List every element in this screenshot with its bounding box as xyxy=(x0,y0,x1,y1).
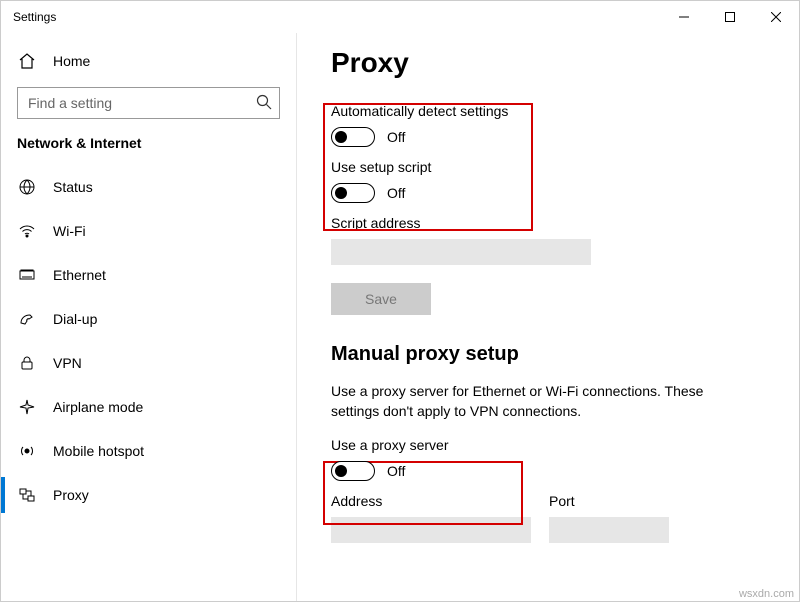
settings-window: Settings Home Networ xyxy=(0,0,800,602)
auto-detect-state: Off xyxy=(387,129,405,145)
use-script-label: Use setup script xyxy=(331,159,775,175)
sidebar-item-label: Dial-up xyxy=(53,311,97,327)
sidebar-item-vpn[interactable]: VPN xyxy=(1,341,296,385)
window-title: Settings xyxy=(13,10,661,24)
home-icon xyxy=(17,52,37,70)
address-label: Address xyxy=(331,493,531,509)
address-input[interactable] xyxy=(331,517,531,543)
titlebar: Settings xyxy=(1,1,799,33)
minimize-button[interactable] xyxy=(661,1,707,33)
sidebar-item-wifi[interactable]: Wi-Fi xyxy=(1,209,296,253)
use-proxy-state: Off xyxy=(387,463,405,479)
dialup-icon xyxy=(17,310,37,328)
save-button[interactable]: Save xyxy=(331,283,431,315)
sidebar-item-airplane[interactable]: Airplane mode xyxy=(1,385,296,429)
section-header: Network & Internet xyxy=(1,129,296,165)
script-address-input[interactable] xyxy=(331,239,591,265)
manual-heading: Manual proxy setup xyxy=(331,343,775,366)
sidebar-item-dialup[interactable]: Dial-up xyxy=(1,297,296,341)
close-button[interactable] xyxy=(753,1,799,33)
watermark: wsxdn.com xyxy=(739,588,794,600)
sidebar-item-label: VPN xyxy=(53,355,82,371)
sidebar-item-status[interactable]: Status xyxy=(1,165,296,209)
sidebar-item-label: Ethernet xyxy=(53,267,106,283)
port-input[interactable] xyxy=(549,517,669,543)
sidebar-item-ethernet[interactable]: Ethernet xyxy=(1,253,296,297)
sidebar-item-label: Wi-Fi xyxy=(53,223,86,239)
home-label: Home xyxy=(53,53,90,69)
main-content: Proxy Automatically detect settings Off … xyxy=(297,33,799,601)
globe-icon xyxy=(17,178,37,196)
home-link[interactable]: Home xyxy=(1,41,296,81)
wifi-icon xyxy=(17,222,37,240)
sidebar-item-label: Airplane mode xyxy=(53,399,143,415)
use-script-state: Off xyxy=(387,185,405,201)
sidebar-item-label: Status xyxy=(53,179,93,195)
sidebar-item-hotspot[interactable]: Mobile hotspot xyxy=(1,429,296,473)
auto-detect-label: Automatically detect settings xyxy=(331,103,775,119)
search-icon xyxy=(256,94,272,113)
use-proxy-label: Use a proxy server xyxy=(331,437,775,453)
sidebar-item-label: Proxy xyxy=(53,487,89,503)
use-script-toggle[interactable] xyxy=(331,183,375,203)
maximize-button[interactable] xyxy=(707,1,753,33)
sidebar: Home Network & Internet Status xyxy=(1,33,297,601)
sidebar-item-label: Mobile hotspot xyxy=(53,443,144,459)
proxy-icon xyxy=(17,486,37,504)
sidebar-item-proxy[interactable]: Proxy xyxy=(1,473,296,517)
hotspot-icon xyxy=(17,442,37,460)
vpn-icon xyxy=(17,354,37,372)
search-container xyxy=(17,87,280,119)
page-title: Proxy xyxy=(331,47,775,79)
manual-description: Use a proxy server for Ethernet or Wi-Fi… xyxy=(331,382,751,421)
nav-list: Status Wi-Fi Ethernet xyxy=(1,165,296,517)
use-proxy-toggle[interactable] xyxy=(331,461,375,481)
auto-detect-toggle[interactable] xyxy=(331,127,375,147)
ethernet-icon xyxy=(17,266,37,284)
search-input[interactable] xyxy=(17,87,280,119)
airplane-icon xyxy=(17,398,37,416)
script-address-label: Script address xyxy=(331,215,775,231)
port-label: Port xyxy=(549,493,669,509)
